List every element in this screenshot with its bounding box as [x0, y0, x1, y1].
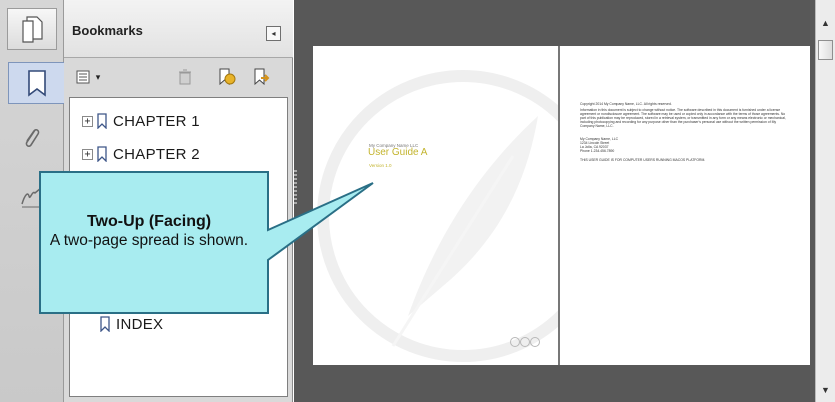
signature-icon [21, 187, 42, 208]
expand-toggle[interactable]: + [82, 148, 93, 160]
platform-note: THIS USER GUIDE IS FOR COMPUTER USERS RU… [580, 158, 706, 162]
chevron-down-icon: ▾ [95, 71, 101, 82]
new-bookmark-icon [219, 68, 236, 86]
copyright-page: Copyright 2014 My Company Name, LLC. All… [560, 46, 810, 365]
paperclip-icon [25, 128, 40, 148]
panel-title: Bookmarks [72, 23, 143, 38]
vertical-scrollbar[interactable]: ▲ ▼ [815, 0, 835, 402]
rings-logo [510, 337, 540, 347]
bookmark-icon [100, 316, 110, 332]
signatures-button[interactable] [7, 176, 57, 218]
cover-title: User Guide A [368, 147, 428, 158]
options-menu-button[interactable]: ▾ [72, 67, 104, 87]
bookmarks-toolbar: ▾ [64, 59, 293, 97]
collapse-panel-button[interactable]: ◂ [266, 26, 281, 41]
copyright-paragraph: Information in this document is subject … [580, 108, 786, 128]
expand-toggle[interactable]: + [82, 115, 93, 127]
bookmark-label[interactable]: CHAPTER 1 [113, 113, 200, 130]
delete-bookmark-button[interactable] [174, 67, 196, 87]
bookmark-item-index[interactable]: INDEX [99, 311, 163, 337]
panel-resize-handle[interactable] [294, 170, 297, 204]
pages-icon [22, 16, 43, 43]
bookmark-label[interactable]: CHAPTER 2 [113, 146, 200, 163]
bookmarks-tree: + CHAPTER 1 + CHAPTER 2 INDEX [69, 97, 288, 397]
bookmark-icon [28, 70, 46, 97]
bookmark-item-chapter-2[interactable]: + CHAPTER 2 [82, 141, 200, 167]
navigation-rail [0, 0, 65, 402]
feather-watermark [317, 70, 558, 362]
address-line-4: Phone 1.234.456.7890 [580, 149, 615, 153]
scroll-up-arrow[interactable]: ▲ [821, 18, 830, 28]
options-icon [76, 70, 90, 84]
bookmark-label[interactable]: INDEX [116, 316, 163, 333]
bookmark-icon [97, 113, 107, 129]
trash-icon [179, 69, 191, 85]
scroll-down-arrow[interactable]: ▼ [821, 385, 830, 395]
cover-page: My Company Name LLC User Guide A Version… [313, 46, 558, 365]
bookmark-item-chapter-1[interactable]: + CHAPTER 1 [82, 108, 200, 134]
cover-version: Version 1.0 [369, 163, 392, 168]
expand-bookmark-button[interactable] [250, 67, 272, 87]
new-bookmark-button[interactable] [215, 67, 237, 87]
bookmark-arrow-icon [254, 68, 270, 86]
bookmarks-panel: Bookmarks ◂ ▾ + CHAPTER 1 + CHAPTER 2 IN… [64, 0, 293, 402]
scroll-thumb[interactable] [818, 40, 833, 60]
bookmark-icon [97, 146, 107, 162]
page-thumbnails-button[interactable] [7, 8, 57, 50]
attachments-button[interactable] [7, 118, 57, 160]
copyright-line: Copyright 2014 My Company Name, LLC. All… [580, 102, 672, 106]
bookmarks-tab-button[interactable] [8, 62, 65, 104]
bookmarks-panel-header: Bookmarks ◂ [64, 0, 293, 58]
